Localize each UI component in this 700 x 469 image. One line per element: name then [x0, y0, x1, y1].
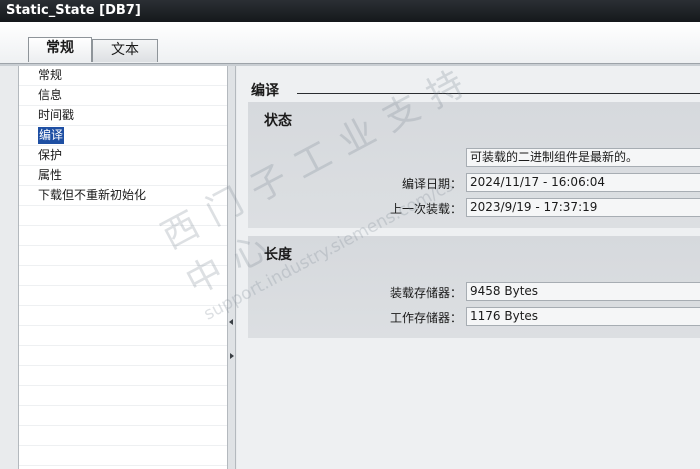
pane-splitter[interactable]	[228, 66, 236, 469]
collapse-left-icon[interactable]	[229, 319, 233, 325]
nav-item-compile[interactable]: 编译	[38, 127, 65, 144]
nav-item-timestamps[interactable]: 时间戳	[38, 107, 74, 124]
window-title: Static_State [DB7]	[0, 0, 700, 22]
length-group: 长度 装载存储器： 9458 Bytes 工作存储器： 1176 Bytes	[248, 236, 700, 338]
work-memory-label: 工作存储器：	[389, 311, 462, 325]
compile-date-label: 编译日期：	[401, 177, 462, 191]
properties-content: 编译 状态 可装载的二进制组件是最新的。 编译日期： 2024/11/17 - …	[237, 66, 700, 469]
status-message-field: 可装载的二进制组件是最新的。	[466, 148, 700, 167]
work-memory-field: 1176 Bytes	[466, 307, 700, 326]
properties-nav: 常规 信息 时间戳 编译 保护 属性 下载但不重新初始化	[18, 66, 228, 469]
section-divider	[297, 93, 700, 94]
last-load-label: 上一次装载：	[389, 202, 462, 216]
tab-strip: 常规 文本	[0, 22, 700, 64]
nav-item-information[interactable]: 信息	[38, 87, 62, 104]
tab-general[interactable]: 常规	[28, 37, 92, 62]
expand-right-icon[interactable]	[230, 353, 234, 359]
tab-text[interactable]: 文本	[92, 39, 158, 62]
nav-item-attributes[interactable]: 属性	[38, 167, 62, 184]
status-group-title: 状态	[264, 113, 292, 129]
nav-item-protection[interactable]: 保护	[38, 147, 62, 164]
nav-item-download-no-reinit[interactable]: 下载但不重新初始化	[38, 187, 146, 204]
length-group-title: 长度	[264, 247, 292, 263]
last-load-field: 2023/9/19 - 17:37:19	[466, 198, 700, 217]
compile-date-field: 2024/11/17 - 16:06:04	[466, 173, 700, 192]
section-title: 编译	[251, 83, 279, 99]
load-memory-field: 9458 Bytes	[466, 282, 700, 301]
status-group: 状态 可装载的二进制组件是最新的。 编译日期： 2024/11/17 - 16:…	[248, 102, 700, 228]
load-memory-label: 装载存储器：	[389, 286, 462, 300]
nav-item-general[interactable]: 常规	[38, 67, 62, 84]
